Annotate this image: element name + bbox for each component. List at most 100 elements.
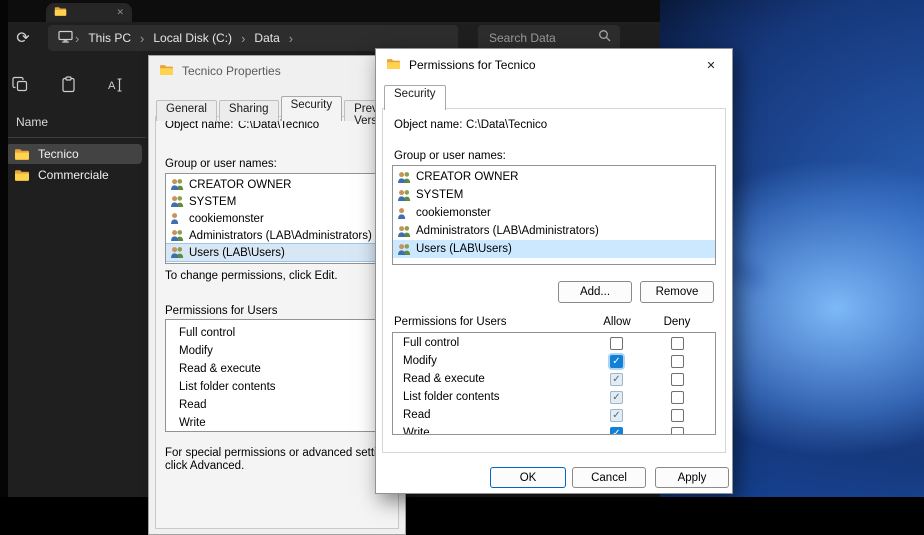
permission-row[interactable]: List folder contents bbox=[166, 378, 394, 396]
group-row[interactable]: CREATOR OWNER bbox=[166, 176, 394, 193]
properties-dialog-titlebar: Tecnico Properties bbox=[149, 56, 405, 86]
properties-tabs: GeneralSharingSecurityPrevious Versions bbox=[156, 99, 411, 121]
dialog-title: Tecnico Properties bbox=[182, 64, 281, 78]
group-name: Users (LAB\Users) bbox=[189, 247, 285, 259]
svg-text:A: A bbox=[108, 80, 116, 92]
explorer-titlebar: ✕ bbox=[0, 0, 660, 22]
deny-checkbox[interactable] bbox=[671, 409, 684, 422]
chevron-right-icon: › bbox=[138, 31, 146, 46]
taskbar-edge bbox=[0, 0, 8, 497]
group-name: SYSTEM bbox=[189, 196, 236, 208]
allow-checkbox[interactable] bbox=[610, 337, 623, 350]
allow-checkbox[interactable]: ✓ bbox=[610, 373, 623, 386]
folder-list: Tecnico Commerciale bbox=[0, 143, 148, 186]
group-row[interactable]: SYSTEM bbox=[393, 186, 715, 204]
folder-icon bbox=[14, 169, 30, 182]
chevron-right-icon: › bbox=[73, 31, 81, 46]
permission-row[interactable]: Read & execute bbox=[166, 360, 394, 378]
permission-row: Read & execute✓ bbox=[393, 371, 715, 389]
group-name: CREATOR OWNER bbox=[189, 179, 291, 191]
close-icon[interactable]: ✕ bbox=[696, 54, 726, 76]
group-name: Administrators (LAB\Administrators) bbox=[189, 230, 372, 242]
tab-security[interactable]: Security bbox=[281, 96, 343, 121]
deny-checkbox[interactable] bbox=[671, 391, 684, 404]
group-name: Users (LAB\Users) bbox=[416, 243, 512, 255]
cancel-button[interactable]: Cancel bbox=[572, 467, 646, 488]
deny-checkbox[interactable] bbox=[671, 427, 684, 435]
allow-checkbox[interactable]: ✓ bbox=[610, 391, 623, 404]
group-row[interactable]: Users (LAB\Users) bbox=[393, 240, 715, 258]
permission-name: Read bbox=[403, 409, 431, 421]
tab-sharing[interactable]: Sharing bbox=[219, 100, 279, 121]
rename-button[interactable]: A bbox=[98, 72, 134, 102]
group-name: cookiemonster bbox=[416, 207, 491, 219]
folder-name: Tecnico bbox=[38, 147, 79, 161]
deny-checkbox[interactable] bbox=[671, 337, 684, 350]
breadcrumb-item[interactable]: Data bbox=[247, 30, 286, 46]
object-name-label: Object name: bbox=[394, 119, 462, 131]
tab-close-icon[interactable]: ✕ bbox=[116, 7, 124, 18]
allow-checkbox[interactable]: ✓ bbox=[610, 409, 623, 422]
group-name: CREATOR OWNER bbox=[416, 171, 518, 183]
permission-name: Full control bbox=[403, 337, 459, 349]
group-name: SYSTEM bbox=[416, 189, 463, 201]
group-row[interactable]: Users (LAB\Users) bbox=[166, 244, 394, 261]
group-listbox[interactable]: CREATOR OWNER SYSTEM cookiemonster Administ… bbox=[165, 173, 395, 264]
name-column-header[interactable]: Name bbox=[16, 115, 48, 129]
group-row[interactable]: CREATOR OWNER bbox=[393, 168, 715, 186]
properties-dialog: Tecnico Properties GeneralSharingSecurit… bbox=[148, 55, 406, 535]
folder-row[interactable]: Tecnico bbox=[6, 144, 142, 164]
search-input[interactable] bbox=[487, 30, 596, 46]
deny-checkbox[interactable] bbox=[671, 355, 684, 368]
paste-button[interactable] bbox=[50, 72, 86, 102]
group-icon bbox=[397, 189, 411, 202]
permission-row[interactable]: Write bbox=[166, 414, 394, 432]
permissions-dialog-titlebar: Permissions for Tecnico bbox=[376, 49, 732, 81]
tab-security[interactable]: Security bbox=[384, 85, 446, 110]
permissions-listbox[interactable]: Full controlModifyRead & executeList fol… bbox=[165, 319, 395, 432]
group-listbox[interactable]: CREATOR OWNER SYSTEM cookiemonster Administ… bbox=[392, 165, 716, 265]
permissions-listbox[interactable]: Full controlModify✓Read & execute✓List f… bbox=[392, 332, 716, 435]
group-icon bbox=[397, 243, 411, 256]
group-icon bbox=[170, 195, 184, 208]
tab-general[interactable]: General bbox=[156, 100, 217, 121]
advanced-hint-line2: click Advanced. bbox=[165, 460, 244, 472]
security-tab-strip: Security bbox=[384, 88, 448, 110]
permission-row[interactable]: Modify bbox=[166, 342, 394, 360]
add-button[interactable]: Add... bbox=[558, 281, 632, 303]
breadcrumb-item[interactable]: Local Disk (C:) bbox=[146, 30, 239, 46]
refresh-button[interactable]: ⟳ bbox=[12, 27, 34, 49]
permission-name: Modify bbox=[403, 355, 437, 367]
group-names-label: Group or user names: bbox=[394, 150, 506, 162]
explorer-tab[interactable]: ✕ bbox=[46, 3, 132, 22]
permission-row[interactable]: Read bbox=[166, 396, 394, 414]
allow-checkbox[interactable]: ✓ bbox=[610, 355, 623, 368]
group-row[interactable]: Administrators (LAB\Administrators) bbox=[393, 222, 715, 240]
group-icon bbox=[170, 178, 184, 191]
apply-button[interactable]: Apply bbox=[655, 467, 729, 488]
folder-icon bbox=[386, 58, 401, 73]
group-row[interactable]: SYSTEM bbox=[166, 193, 394, 210]
advanced-hint-line1: For special permissions or advanced sett… bbox=[165, 447, 398, 459]
edit-hint: To change permissions, click Edit. bbox=[165, 270, 338, 282]
permission-row: Modify ✓ bbox=[393, 353, 715, 371]
breadcrumb-item[interactable]: This PC bbox=[81, 30, 138, 46]
user-icon bbox=[397, 207, 411, 220]
group-row[interactable]: cookiemonster bbox=[166, 210, 394, 227]
remove-button[interactable]: Remove bbox=[640, 281, 714, 303]
group-name: cookiemonster bbox=[189, 213, 264, 225]
allow-checkbox[interactable]: ✓ bbox=[610, 427, 623, 435]
group-row[interactable]: Administrators (LAB\Administrators) bbox=[166, 227, 394, 244]
permission-name: Write bbox=[403, 427, 430, 435]
column-divider bbox=[6, 137, 146, 138]
group-row[interactable]: cookiemonster bbox=[393, 204, 715, 222]
ok-button[interactable]: OK bbox=[490, 467, 566, 488]
permissions-dialog: Permissions for Tecnico ✕ Security Objec… bbox=[375, 48, 733, 494]
breadcrumb: ›This PC›Local Disk (C:)›Data› bbox=[73, 30, 295, 46]
folder-row[interactable]: Commerciale bbox=[6, 165, 142, 185]
group-icon bbox=[397, 171, 411, 184]
deny-checkbox[interactable] bbox=[671, 373, 684, 386]
group-names-label: Group or user names: bbox=[165, 158, 277, 170]
allow-column-header: Allow bbox=[589, 316, 645, 328]
permission-row[interactable]: Full control bbox=[166, 324, 394, 342]
